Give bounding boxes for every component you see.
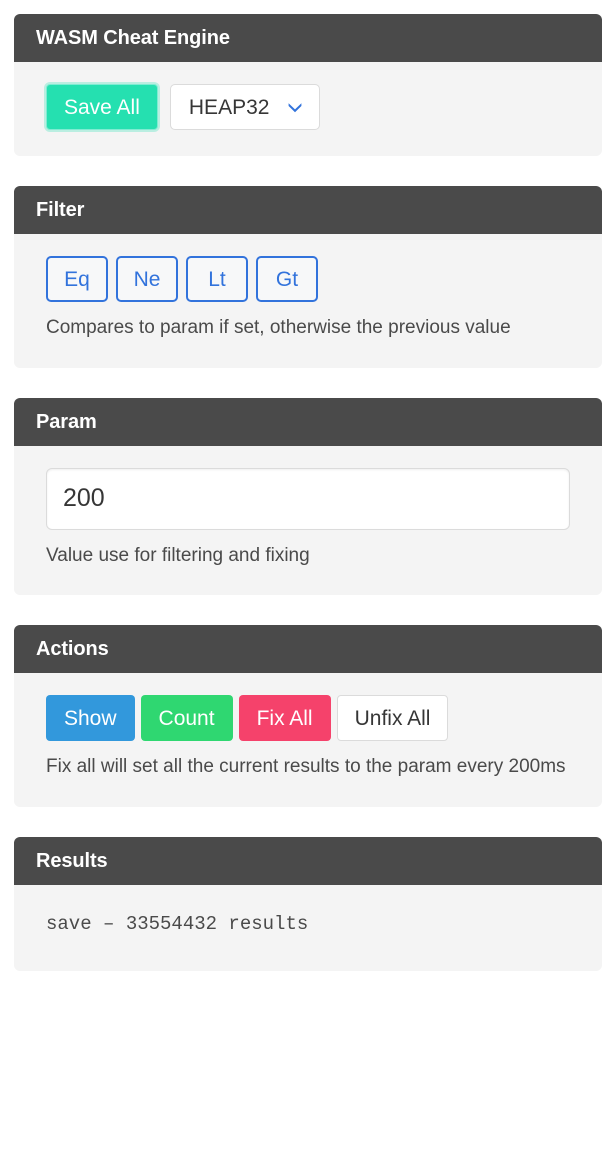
param-help-text: Value use for filtering and fixing — [46, 544, 310, 566]
results-card-body: save – 33554432 results — [14, 884, 602, 972]
filter-help-text: Compares to param if set, otherwise the … — [46, 317, 511, 338]
actions-card-body: Show Count Fix All Unfix All Fix all wil… — [14, 673, 602, 807]
heap-select[interactable]: HEAP32 — [169, 84, 321, 130]
filter-title: Filter — [36, 199, 85, 221]
results-card: Results save – 33554432 results — [14, 836, 602, 972]
cheat-engine-card: WASM Cheat Engine Save All HEAP32 — [14, 14, 602, 156]
filter-card-body: Eq Ne Lt Gt Compares to param if set, ot… — [14, 234, 602, 368]
show-button[interactable]: Show — [46, 695, 135, 742]
filter-button-lt[interactable]: Lt — [186, 256, 248, 302]
actions-title: Actions — [36, 638, 109, 661]
filter-button-gt[interactable]: Gt — [256, 256, 318, 302]
actions-card-header: Actions — [14, 625, 602, 674]
cheat-engine-card-header: WASM Cheat Engine — [14, 14, 602, 62]
filter-card: Filter Eq Ne Lt Gt Compares to param if … — [14, 186, 602, 368]
filter-button-eq[interactable]: Eq — [46, 256, 108, 302]
toolbar: Save All HEAP32 — [46, 84, 570, 130]
results-card-header: Results — [14, 836, 602, 885]
cheat-engine-card-body: Save All HEAP32 — [14, 62, 602, 156]
actions-help-text: Fix all will set all the current results… — [46, 756, 566, 778]
page-title: WASM Cheat Engine — [36, 27, 230, 49]
chevron-down-icon — [286, 98, 304, 116]
param-card-body: Value use for filtering and fixing — [14, 445, 602, 596]
param-input[interactable] — [46, 467, 570, 530]
results-line: save – 33554432 results — [46, 912, 309, 935]
actions-card: Actions Show Count Fix All Unfix All Fix… — [14, 625, 602, 807]
save-all-button[interactable]: Save All — [46, 84, 158, 130]
param-card: Param Value use for filtering and fixing — [14, 397, 602, 596]
fix-all-button[interactable]: Fix All — [238, 695, 331, 742]
count-button[interactable]: Count — [140, 695, 233, 742]
filter-card-header: Filter — [14, 186, 602, 234]
actions-button-group: Show Count Fix All Unfix All — [46, 695, 570, 742]
param-title: Param — [36, 410, 97, 433]
param-card-header: Param — [14, 397, 602, 446]
filter-button-ne[interactable]: Ne — [116, 256, 178, 302]
unfix-all-button[interactable]: Unfix All — [336, 695, 449, 742]
results-title: Results — [36, 849, 108, 872]
heap-select-value: HEAP32 — [188, 95, 270, 119]
app-root: WASM Cheat Engine Save All HEAP32 Filter — [0, 0, 616, 1015]
filter-button-group: Eq Ne Lt Gt — [46, 256, 570, 302]
